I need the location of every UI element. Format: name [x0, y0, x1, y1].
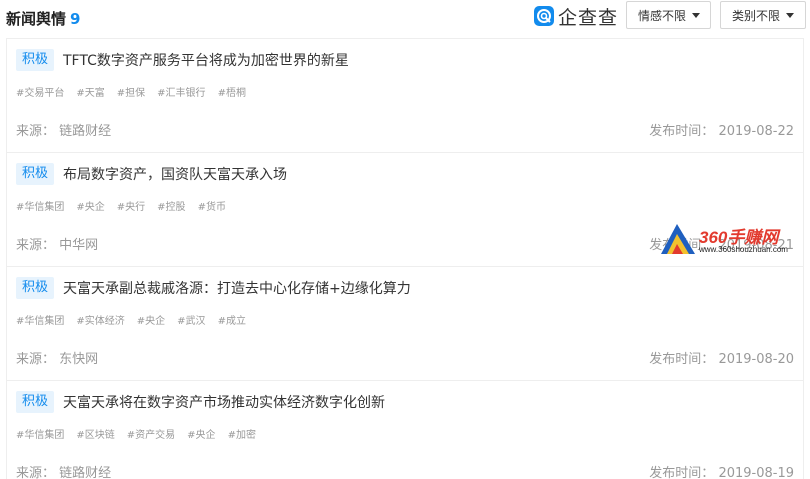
news-list: 积极 TFTC数字资产服务平台将成为加密世界的新星 #交易平台 #天富 #担保 …	[6, 38, 804, 479]
tag[interactable]: #央行	[117, 198, 145, 213]
page-title-text: 新闻舆情	[6, 10, 67, 28]
brand-name: 企查查	[558, 6, 619, 29]
news-headline-link[interactable]: 天富天承副总裁戚洛源：打造去中心化存储+边缘化算力	[63, 278, 411, 298]
tag[interactable]: #交易平台	[16, 84, 64, 99]
sentiment-badge: 积极	[16, 391, 55, 413]
date-label: 发布时间：	[649, 466, 715, 479]
news-headline-link[interactable]: 布局数字资产，国资队天富天承入场	[63, 164, 287, 184]
date-value: 2019-08-22	[718, 124, 794, 139]
tag[interactable]: #成立	[218, 312, 246, 327]
tag[interactable]: #央企	[76, 198, 104, 213]
tag[interactable]: #央企	[137, 312, 165, 327]
date-value: 2019-08-20	[718, 352, 794, 367]
source-label: 来源：	[16, 124, 56, 139]
category-filter-label: 类别不限	[732, 8, 781, 23]
watermark: 360手赚网 www.360shouzhuan.com	[657, 218, 797, 258]
source-name: 链路财经	[59, 466, 112, 479]
category-filter-dropdown[interactable]: 类别不限	[720, 1, 806, 29]
sentiment-badge: 积极	[16, 163, 55, 185]
chevron-down-icon	[692, 12, 701, 18]
tag[interactable]: #央企	[187, 426, 215, 441]
tag-list: #华信集团 #央企 #央行 #控股 #货币	[16, 198, 238, 213]
sentiment-filter-dropdown[interactable]: 情感不限	[626, 1, 711, 29]
news-source: 来源： 中华网	[16, 234, 98, 253]
date-value: 2019-08-19	[718, 466, 794, 479]
publish-date: 发布时间： 2019-08-20	[649, 348, 794, 367]
news-item[interactable]: 积极 天富天承副总裁戚洛源：打造去中心化存储+边缘化算力 #华信集团 #实体经济…	[7, 267, 803, 381]
tag[interactable]: #华信集团	[16, 312, 64, 327]
news-headline-link[interactable]: TFTC数字资产服务平台将成为加密世界的新星	[63, 50, 349, 70]
watermark-url: www.360shouzhuan.com	[699, 245, 788, 254]
sentiment-filter-label: 情感不限	[638, 8, 687, 23]
news-item[interactable]: 积极 TFTC数字资产服务平台将成为加密世界的新星 #交易平台 #天富 #担保 …	[7, 39, 803, 153]
tag[interactable]: #实体经济	[76, 312, 124, 327]
tag[interactable]: #区块链	[76, 426, 114, 441]
tag[interactable]: #货币	[198, 198, 226, 213]
chevron-down-icon	[786, 12, 795, 18]
tag[interactable]: #担保	[117, 84, 145, 99]
source-name: 东快网	[59, 352, 99, 367]
date-label: 发布时间：	[649, 352, 715, 367]
qichacha-logo-icon	[534, 6, 554, 26]
source-name: 中华网	[59, 238, 99, 253]
header: 新闻舆情 9 企查查 情感不限 类别不限	[0, 0, 810, 34]
tag[interactable]: #控股	[157, 198, 185, 213]
source-label: 来源：	[16, 352, 56, 367]
source-name: 链路财经	[59, 124, 112, 139]
tag[interactable]: #加密	[228, 426, 256, 441]
tag[interactable]: #武汉	[177, 312, 205, 327]
tag-list: #华信集团 #实体经济 #央企 #武汉 #成立	[16, 312, 258, 327]
tag[interactable]: #梧桐	[218, 84, 246, 99]
tag-list: #华信集团 #区块链 #资产交易 #央企 #加密	[16, 426, 268, 441]
date-label: 发布时间：	[649, 124, 715, 139]
source-label: 来源：	[16, 466, 56, 479]
tag[interactable]: #天富	[76, 84, 104, 99]
news-item[interactable]: 积极 天富天承将在数字资产市场推动实体经济数字化创新 #华信集团 #区块链 #资…	[7, 381, 803, 479]
tag[interactable]: #华信集团	[16, 198, 64, 213]
tag[interactable]: #华信集团	[16, 426, 64, 441]
news-source: 来源： 东快网	[16, 348, 98, 367]
tag[interactable]: #汇丰银行	[157, 84, 205, 99]
brand-logo[interactable]: 企查查	[534, 4, 619, 29]
sentiment-badge: 积极	[16, 49, 55, 71]
page-title: 新闻舆情 9	[6, 8, 80, 29]
publish-date: 发布时间： 2019-08-19	[649, 462, 794, 479]
source-label: 来源：	[16, 238, 56, 253]
news-count: 9	[70, 10, 81, 28]
tag[interactable]: #资产交易	[127, 426, 175, 441]
news-headline-link[interactable]: 天富天承将在数字资产市场推动实体经济数字化创新	[63, 392, 385, 412]
news-source: 来源： 链路财经	[16, 120, 111, 139]
publish-date: 发布时间： 2019-08-22	[649, 120, 794, 139]
news-source: 来源： 链路财经	[16, 462, 111, 479]
watermark-logo-icon	[661, 224, 695, 254]
tag-list: #交易平台 #天富 #担保 #汇丰银行 #梧桐	[16, 84, 258, 99]
sentiment-badge: 积极	[16, 277, 55, 299]
